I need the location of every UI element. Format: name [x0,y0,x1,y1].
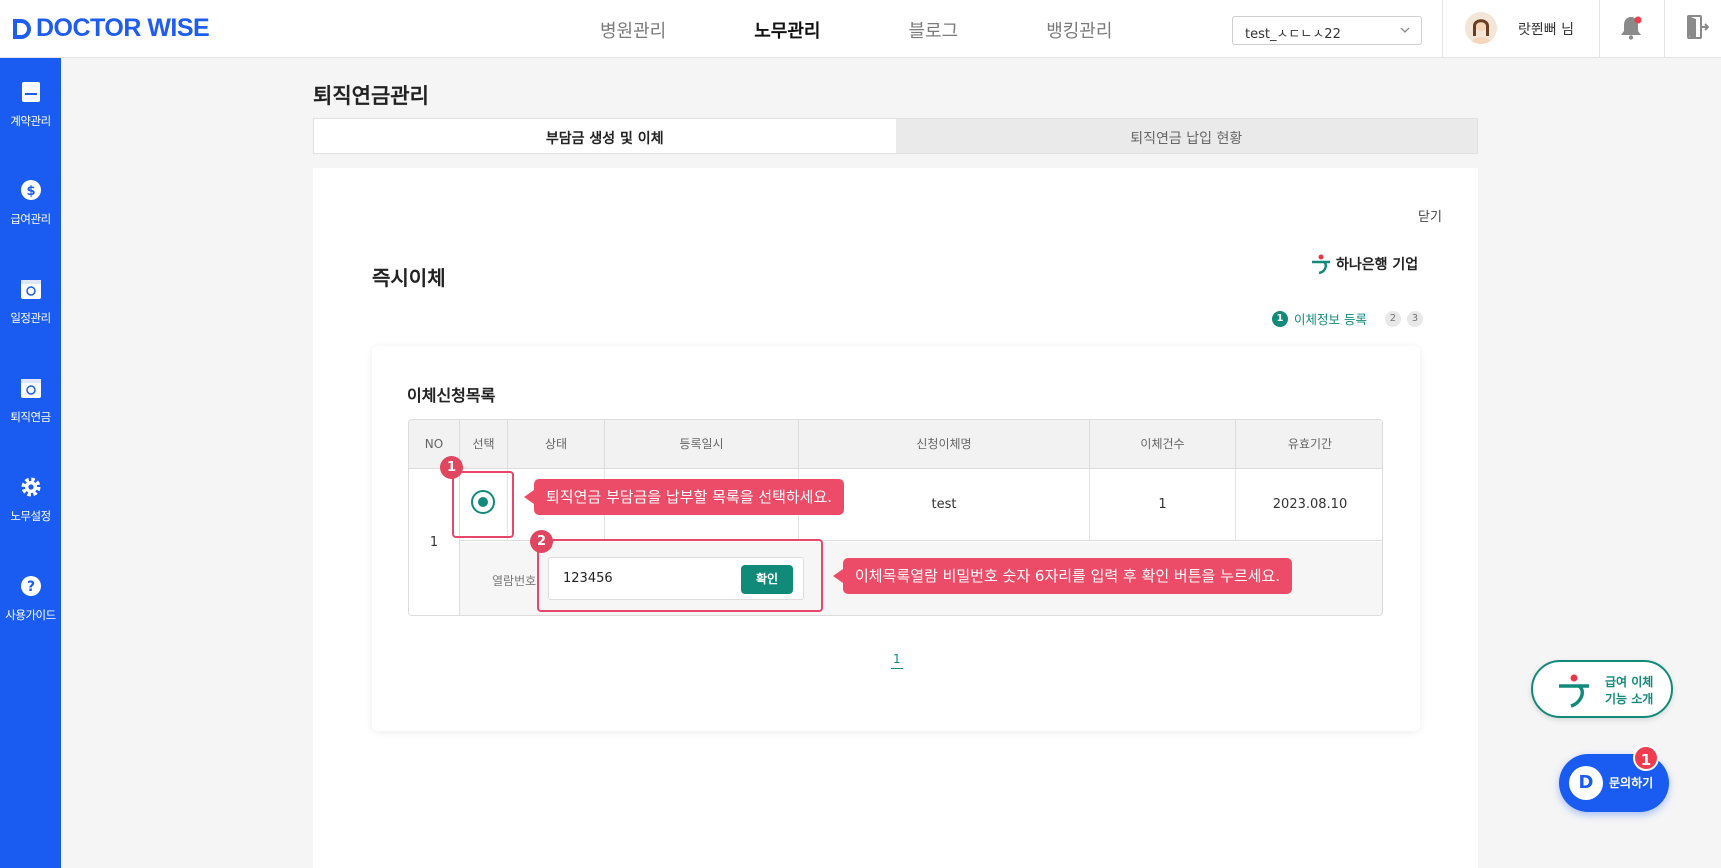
guide-tooltip-2: 이체목록열람 비밀번호 숫자 6자리를 입력 후 확인 버튼을 누르세요. [832,558,1293,594]
sidebar-item-schedule[interactable]: 일정관리 [0,277,61,326]
guide-highlight-1 [452,471,514,538]
calendar-icon [20,280,41,299]
sidebar-item-label: 노무설정 [10,509,51,523]
column-header-count: 이체건수 [1090,420,1236,469]
intro-label-line2: 기능 소개 [1605,692,1654,706]
header-divider [1664,0,1665,58]
header-divider [1599,0,1600,58]
intro-label-line1: 급여 이체 [1605,675,1654,689]
guide-badge-1: 1 [440,456,463,479]
help-icon: ? [20,576,41,596]
password-label: 열람번호 [492,574,537,588]
tab-contribution-transfer[interactable]: 부담금 생성 및 이체 [314,119,896,153]
payroll-transfer-intro-button[interactable]: 급여 이체 기능 소개 [1531,660,1673,718]
dollar-icon: $ [20,180,41,200]
header-divider [1442,0,1443,58]
hana-bank-icon [1559,674,1589,708]
brand-name: DOCTOR WISE [36,14,210,42]
guide-tooltip-1: 퇴직연금 부담금을 납부할 목록을 선택하세요. [523,479,845,515]
count-cell: 1 [1090,469,1236,541]
sidebar-item-pension[interactable]: 퇴직연금 [0,376,61,425]
account-select-value: test_ㅅㄷㄴㅅ22 [1245,27,1341,42]
step-3-number: 3 [1406,310,1423,327]
logout-icon[interactable] [1685,14,1709,40]
svg-text:?: ? [26,579,34,595]
sidebar: 계약관리 $ 급여관리 일정관리 퇴직연금 노무설정 ? 사용가이드 [0,58,61,868]
tab-payment-status[interactable]: 퇴직연금 납입 현황 [896,119,1478,153]
pension-icon [20,379,41,398]
top-header: DOCTOR WISE 병원관리 노무관리 블로그 뱅킹관리 test_ㅅㄷㄴㅅ… [0,0,1721,58]
logo-mark-icon [10,17,32,41]
chevron-down-icon [1400,27,1410,33]
close-button[interactable]: 닫기 [1418,206,1442,225]
document-icon [21,82,40,102]
sidebar-item-payroll[interactable]: $ 급여관리 [0,178,61,227]
chat-label: 문의하기 [1609,776,1654,790]
step-2-number: 2 [1384,310,1401,327]
tab-bar: 부담금 생성 및 이체 퇴직연금 납입 현황 [313,118,1478,154]
nav-labor[interactable]: 노무관리 [754,17,820,43]
intro-label: 급여 이체 기능 소개 [1605,674,1653,708]
hana-bank-icon [1312,254,1330,275]
step-1-number: 1 [1272,310,1288,327]
svg-text:$: $ [26,184,35,199]
page-title: 퇴직연금관리 [313,84,429,108]
section-title: 즉시이체 [372,266,446,290]
column-header-valid-until: 유효기간 [1287,437,1333,451]
user-name[interactable]: 랏쮠뻐 님 [1518,19,1574,39]
valid-until-cell: 2023.08.10 [1272,497,1348,512]
sidebar-item-label: 사용가이드 [5,608,56,622]
step-indicator: 1 이체정보 등록 2 3 [1272,309,1423,328]
step-1-label: 이체정보 등록 [1294,312,1367,327]
avatar[interactable] [1465,12,1497,44]
gear-icon [21,477,40,497]
sidebar-item-label: 퇴직연금 [10,410,51,424]
pagination-page[interactable]: 1 [891,652,903,669]
column-header-transfer-name: 신청이체명 [799,420,1090,469]
bank-name: 하나은행 기업 [1336,257,1419,273]
guide-highlight-2 [537,539,823,612]
table-header: NO 선택 상태 등록일시 신청이체명 이체건수 유효기간 [409,420,1382,469]
guide-badge-2: 2 [530,530,553,553]
account-select[interactable]: test_ㅅㄷㄴㅅ22 [1232,16,1422,45]
sidebar-item-label: 계약관리 [10,114,51,128]
chat-notification-badge: 1 [1633,745,1659,771]
sidebar-item-label: 일정관리 [10,311,51,325]
transfer-list-title: 이체신청목록 [407,386,496,405]
column-header-status: 상태 [508,420,605,469]
nav-banking[interactable]: 뱅킹관리 [1046,17,1112,43]
bank-logo: 하나은행 기업 [1310,253,1418,275]
sidebar-item-settings[interactable]: 노무설정 [0,475,61,524]
brand-logo[interactable]: DOCTOR WISE [10,14,210,43]
main-nav: 병원관리 노무관리 블로그 뱅킹관리 [600,17,1200,43]
column-header-registered: 등록일시 [605,420,799,469]
sidebar-item-contract[interactable]: 계약관리 [0,80,61,129]
sidebar-item-guide[interactable]: ? 사용가이드 [0,574,61,623]
column-header-select: 선택 [460,420,508,469]
bell-icon[interactable] [1619,15,1643,41]
chat-icon: D [1569,766,1603,800]
nav-hospital[interactable]: 병원관리 [600,17,666,43]
nav-blog[interactable]: 블로그 [909,17,959,43]
sidebar-item-label: 급여관리 [10,212,51,226]
